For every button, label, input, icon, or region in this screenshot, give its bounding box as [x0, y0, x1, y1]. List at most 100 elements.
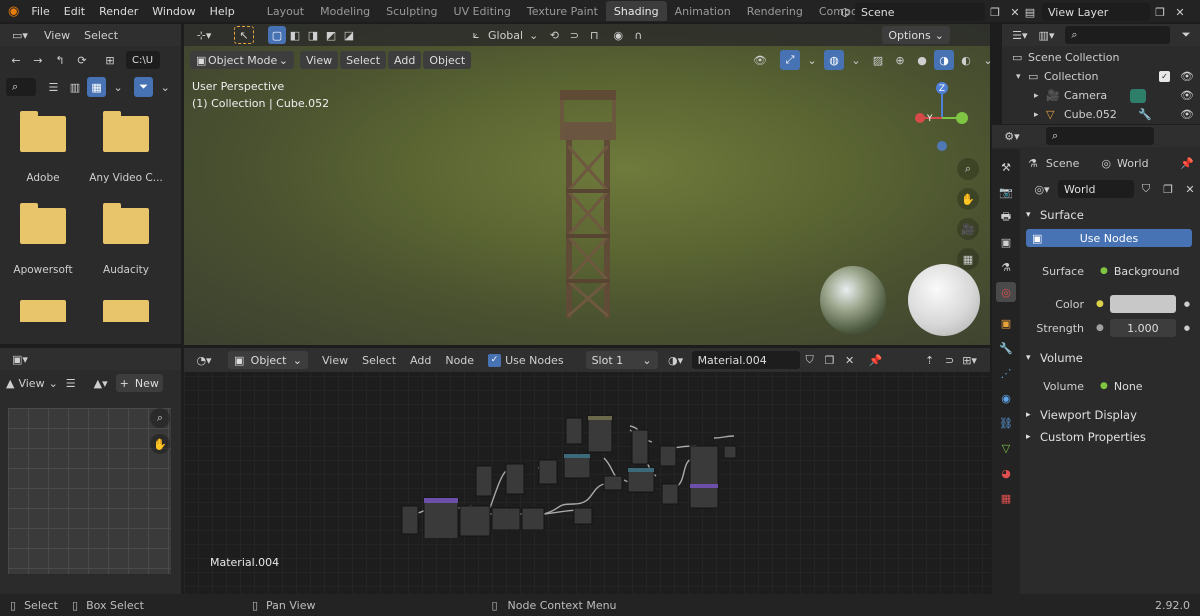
wireframe-shading-icon[interactable]: ⊕	[890, 50, 910, 70]
browse-world-icon[interactable]: ◎▾	[1028, 179, 1056, 199]
expand-arrow-icon[interactable]: ▾	[1016, 72, 1028, 82]
path-field[interactable]: C:\U	[126, 51, 160, 69]
tab-animation[interactable]: Animation	[667, 1, 739, 21]
modifier-wrench-icon[interactable]: 🔧	[1138, 108, 1152, 121]
node[interactable]	[573, 507, 593, 525]
fake-user-shield-icon[interactable]: ⛉	[1136, 179, 1156, 199]
world-tab-icon[interactable]: ◎	[996, 282, 1016, 302]
eye-visibility-icon[interactable]: 👁	[1180, 70, 1194, 83]
falloff-icon[interactable]: ∩	[628, 25, 648, 45]
volume-panel-header[interactable]: ▾ Volume	[1022, 346, 1200, 370]
duplicate-material-icon[interactable]: ❐	[820, 350, 840, 370]
data-tab-icon[interactable]: ▽	[996, 438, 1016, 458]
editor-type-3d-icon[interactable]: ⊹▾	[190, 25, 218, 45]
constraints-tab-icon[interactable]: ⛓	[996, 413, 1016, 433]
pan-hand-icon[interactable]: ✋	[957, 188, 979, 210]
output-tab-icon[interactable]: 🖶	[996, 207, 1016, 227]
node[interactable]	[475, 465, 493, 497]
gizmo-y-axis[interactable]	[956, 112, 968, 124]
back-arrow-icon[interactable]: ←	[6, 50, 26, 70]
node-view-menu[interactable]: View	[322, 354, 348, 367]
visibility-icon[interactable]: 👁	[750, 50, 770, 70]
tab-texture-paint[interactable]: Texture Paint	[519, 1, 606, 21]
gizmo-chevron-icon[interactable]: ⌄	[802, 50, 822, 70]
tree-item-scene-collection[interactable]: ▭ Scene Collection	[1002, 48, 1200, 67]
filter-icon[interactable]: ⏷	[133, 77, 154, 97]
color-swatch[interactable]	[1109, 295, 1176, 313]
filter-icon[interactable]: ⏷	[1176, 25, 1196, 45]
folder-icon[interactable]	[103, 300, 149, 322]
node[interactable]	[491, 507, 521, 531]
new-folder-icon[interactable]: ⊞	[100, 50, 120, 70]
duplicate-world-icon[interactable]: ❐	[1158, 179, 1178, 199]
folder-item[interactable]: Apowersoft	[10, 203, 76, 276]
3d-viewport[interactable]: ⊹▾ ↖ ▢ ◧ ◨ ◩ ◪ ⟀ Global ⌄ ⟲ ⊃ ⊓ ◉ ∩ Opti…	[184, 24, 993, 345]
select-tool-icon[interactable]: ↖	[234, 26, 254, 44]
select-mode-intersect-icon[interactable]: ◪	[340, 25, 358, 45]
eye-visibility-icon[interactable]: 👁	[1180, 89, 1194, 102]
tab-sculpting[interactable]: Sculpting	[378, 1, 445, 21]
node-select-menu[interactable]: Select	[362, 354, 396, 367]
display-options-chevron-icon[interactable]: ⌄	[108, 77, 128, 97]
menu-window[interactable]: Window	[152, 5, 195, 18]
scene-tab-icon[interactable]: ⚗	[996, 257, 1016, 277]
gizmo-toggle-icon[interactable]: ⤢	[780, 50, 800, 70]
scene-field[interactable]: Scene	[855, 3, 985, 21]
overlays-chevron-icon[interactable]: ⌄	[846, 50, 866, 70]
pivot-point-icon[interactable]: ⟲	[544, 25, 564, 45]
navigation-gizmo[interactable]: Z Y	[910, 78, 970, 158]
node[interactable]	[603, 475, 623, 491]
material-tab-icon[interactable]: ◕	[996, 463, 1016, 483]
node[interactable]	[423, 497, 459, 538]
file-view-menu[interactable]: View	[44, 29, 70, 42]
object-tab-icon[interactable]: ▣	[996, 313, 1016, 333]
new-image-button[interactable]: + New	[115, 374, 163, 392]
delete-view-layer-icon[interactable]: ✕	[1170, 2, 1190, 22]
snap-type-icon[interactable]: ⊞▾	[960, 350, 980, 370]
browse-image-icon[interactable]: ▲▾	[94, 377, 108, 390]
strength-field[interactable]: 1.000	[1109, 319, 1176, 337]
use-nodes-checkbox[interactable]: ✓	[488, 353, 502, 367]
node[interactable]	[723, 445, 737, 459]
blender-logo-icon[interactable]: ◉	[8, 4, 19, 19]
mode-dropdown[interactable]: ▣ Object Mode ⌄	[190, 51, 294, 69]
node[interactable]	[661, 483, 679, 505]
tab-modeling[interactable]: Modeling	[312, 1, 378, 21]
display-mode-icon[interactable]: ▥▾	[1034, 25, 1060, 45]
fake-user-shield-icon[interactable]: ⛉	[800, 350, 820, 370]
particles-tab-icon[interactable]: ⋰	[996, 363, 1016, 383]
refresh-icon[interactable]: ⟳	[72, 50, 92, 70]
parent-node-tree-icon[interactable]: ⇡	[920, 350, 940, 370]
node[interactable]	[505, 463, 525, 495]
node-snap-icon[interactable]: ⊃	[940, 350, 960, 370]
node[interactable]	[565, 417, 583, 445]
folder-item[interactable]: Any Video C...	[88, 111, 164, 184]
node[interactable]	[521, 507, 545, 531]
surface-shader-field[interactable]: ● Background	[1094, 262, 1182, 280]
gizmo-x-axis[interactable]	[915, 113, 925, 123]
node[interactable]	[689, 445, 719, 509]
filter-options-chevron-icon[interactable]: ⌄	[155, 77, 175, 97]
node[interactable]	[538, 459, 558, 485]
zoom-icon[interactable]: ⌕	[150, 408, 170, 428]
slot-dropdown[interactable]: Slot 1 ⌄	[585, 351, 658, 369]
unlink-world-icon[interactable]: ✕	[1180, 179, 1200, 199]
camera-data-icon[interactable]	[1130, 88, 1146, 103]
tree-item-collection[interactable]: ▾ ▭ Collection ✓ 👁	[1002, 67, 1200, 86]
node[interactable]	[631, 429, 649, 465]
watchtower-model[interactable]	[554, 86, 624, 322]
viewport-select-menu[interactable]: Select	[340, 51, 387, 69]
overlays-icon[interactable]: ◍	[824, 50, 844, 70]
browse-material-icon[interactable]: ◑▾	[666, 350, 686, 370]
shader-type-dropdown[interactable]: ▣ Object ⌄	[228, 351, 308, 369]
menu-file[interactable]: File	[31, 5, 49, 18]
tab-shading[interactable]: Shading	[605, 1, 667, 21]
menu-help[interactable]: Help	[210, 5, 235, 18]
perspective-grid-icon[interactable]: ▦	[957, 248, 979, 270]
file-select-menu[interactable]: Select	[84, 29, 118, 42]
view-layer-selector[interactable]: ▤ View Layer ❐ ✕	[1018, 2, 1190, 22]
node-add-menu[interactable]: Add	[410, 354, 431, 367]
texture-tab-icon[interactable]: ▦	[996, 488, 1016, 508]
custom-properties-panel-header[interactable]: ▸ Custom Properties	[1022, 426, 1200, 448]
orientation-dropdown[interactable]: Global	[488, 29, 523, 42]
